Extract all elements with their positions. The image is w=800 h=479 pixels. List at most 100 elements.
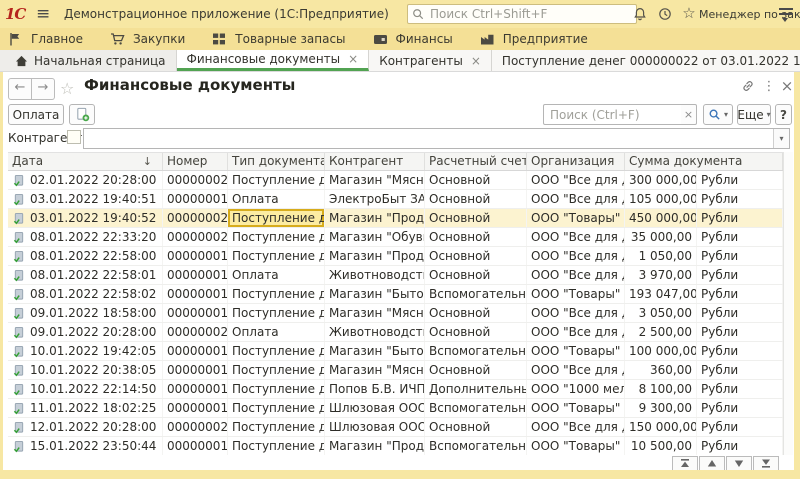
cell-account[interactable]: Вспомогательный [425,285,527,303]
cell-counterparty[interactable]: Магазин "Мясная ... [325,304,425,322]
cell-currency[interactable]: Рубли [697,437,783,455]
cell-number[interactable]: 000000016 [163,437,228,455]
cell-account[interactable]: Основной [425,228,527,246]
cell-organization[interactable]: ООО "Все для дома" [527,247,625,265]
cell-amount[interactable]: 3 970,00 [625,266,697,284]
cell-number[interactable]: 000000015 [163,399,228,417]
history-icon[interactable] [657,6,673,22]
global-search[interactable] [407,4,637,24]
cell-account[interactable]: Основной [425,266,527,284]
table-row[interactable]: 09.01.2022 18:58:00 000000012 Поступлени… [8,304,783,323]
cell-counterparty[interactable]: Животноводство ... [325,323,425,341]
cell-amount[interactable]: 3 050,00 [625,304,697,322]
cell-currency[interactable]: Рубли [697,399,783,417]
cell-number[interactable]: 000000018 [163,285,228,303]
counterparty-filter-input[interactable] [84,129,773,148]
table-row[interactable]: 08.01.2022 22:58:01 000000016 Оплата Жив… [8,266,783,285]
cell-organization[interactable]: ООО "Все для дома" [527,361,625,379]
clear-search-button[interactable]: × [681,104,697,125]
cell-counterparty[interactable]: Магазин "Обувь" [325,228,425,246]
tab-financial-documents[interactable]: Финансовые документы × [177,50,370,71]
cell-doc-type[interactable]: Поступление денег [228,304,325,322]
counterparty-filter-field[interactable]: ▾ [83,128,790,149]
table-row[interactable]: 08.01.2022 22:58:00 000000011 Поступлени… [8,247,783,266]
get-link-icon[interactable] [740,78,756,94]
cell-doc-type[interactable]: Поступление денег [228,228,325,246]
cell-amount[interactable]: 9 300,00 [625,399,697,417]
more-actions-button[interactable]: Еще ▾ [737,104,771,125]
table-row[interactable]: 10.01.2022 20:38:05 000000013 Поступлени… [8,361,783,380]
go-next-button[interactable] [726,456,752,471]
cell-number[interactable]: 000000016 [163,266,228,284]
cell-number[interactable]: 000000019 [163,342,228,360]
payment-button[interactable]: Оплата [8,104,64,125]
cell-amount[interactable]: 2 500,00 [625,323,697,341]
cell-date[interactable]: 10.01.2022 19:42:05 [8,342,163,360]
cell-account[interactable]: Вспомогательный [425,437,527,455]
cell-currency[interactable]: Рубли [697,171,783,189]
cell-organization[interactable]: ООО "Товары" [527,399,625,417]
cell-doc-type[interactable]: Оплата [228,323,325,341]
cell-doc-type[interactable]: Поступление денег [228,247,325,265]
search-options-button[interactable]: ▾ [703,104,733,125]
cell-amount[interactable]: 300 000,00 [625,171,697,189]
table-row[interactable]: 03.01.2022 19:40:52 000000022 Поступлени… [8,209,783,228]
menu-item-main[interactable]: Главное [8,28,100,50]
cell-currency[interactable]: Рубли [697,266,783,284]
column-header-organization[interactable]: Организация [527,153,625,170]
cell-currency[interactable]: Рубли [697,304,783,322]
cell-counterparty[interactable]: Шлюзовая ООО [325,418,425,436]
cell-account[interactable]: Основной [425,323,527,341]
tab-home[interactable]: Начальная страница [5,50,177,71]
close-form-icon[interactable]: × [779,78,795,94]
cell-doc-type[interactable]: Поступление денег [228,380,325,398]
cell-account[interactable]: Основной [425,171,527,189]
table-row[interactable]: 09.01.2022 20:28:00 000000020 Оплата Жив… [8,323,783,342]
cell-counterparty[interactable]: Магазин "Продукты" [325,247,425,265]
cell-date[interactable]: 15.01.2022 23:50:44 [8,437,163,455]
tab-money-receipt[interactable]: Поступление денег 000000022 от 03.01.202… [492,50,800,71]
cell-counterparty[interactable]: Шлюзовая ООО [325,399,425,417]
column-header-counterparty[interactable]: Контрагент [325,153,425,170]
add-favorite-star-icon[interactable]: ☆ [60,79,74,98]
notifications-bell-icon[interactable] [632,6,648,22]
cell-amount[interactable]: 150 000,00 [625,418,697,436]
cell-currency[interactable]: Рубли [697,323,783,341]
cell-account[interactable]: Вспомогательный [425,342,527,360]
cell-doc-type[interactable]: Оплата [228,190,325,208]
column-header-amount[interactable]: Сумма документа [625,153,783,170]
favorites-star-icon[interactable]: ☆ [681,5,697,21]
cell-counterparty[interactable]: ЭлектроБыт ЗАО [325,190,425,208]
cell-date[interactable]: 09.01.2022 18:58:00 [8,304,163,322]
cell-account[interactable]: Основной [425,190,527,208]
cell-number[interactable]: 000000013 [163,361,228,379]
menu-item-finance[interactable]: Финансы [363,28,470,50]
cell-date[interactable]: 02.01.2022 20:28:00 [8,171,163,189]
cell-counterparty[interactable]: Магазин "Мясная ... [325,171,425,189]
cell-amount[interactable]: 105 000,00 [625,190,697,208]
cell-number[interactable]: 000000023 [163,418,228,436]
table-row[interactable]: 11.01.2022 18:02:25 000000015 Поступлени… [8,399,783,418]
cell-currency[interactable]: Рубли [697,247,783,265]
go-prev-button[interactable] [699,456,725,471]
cell-currency[interactable]: Рубли [697,209,783,227]
cell-currency[interactable]: Рубли [697,361,783,379]
main-menu-icon[interactable]: ≡ [36,4,50,24]
cell-date[interactable]: 09.01.2022 20:28:00 [8,323,163,341]
table-row[interactable]: 03.01.2022 19:40:51 000000017 Оплата Эле… [8,190,783,209]
cell-amount[interactable]: 10 500,00 [625,437,697,455]
cell-counterparty[interactable]: Магазин "Продукты" [325,437,425,455]
close-tab-icon[interactable]: × [471,54,481,68]
cell-account[interactable]: Основной [425,361,527,379]
menu-item-purchases[interactable]: Закупки [100,28,202,50]
cell-number[interactable]: 000000011 [163,247,228,265]
cell-counterparty[interactable]: Животноводство ... [325,266,425,284]
cell-doc-type[interactable]: Поступление денег [228,399,325,417]
cell-doc-type[interactable]: Поступление денег [228,209,325,227]
cell-account[interactable]: Вспомогательный [425,399,527,417]
cell-doc-type[interactable]: Оплата [228,266,325,284]
cell-amount[interactable]: 450 000,00 [625,209,697,227]
more-menu-icon[interactable]: ⋮ [761,78,777,94]
cell-number[interactable]: 000000020 [163,228,228,246]
cell-doc-type[interactable]: Поступление денег [228,361,325,379]
